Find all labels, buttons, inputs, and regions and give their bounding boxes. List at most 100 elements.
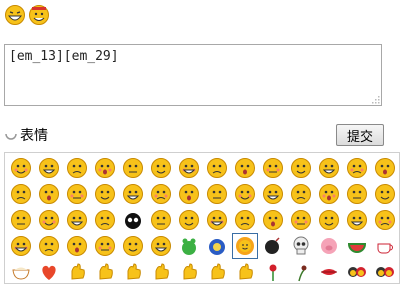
- emoji-smug[interactable]: [204, 181, 230, 207]
- emoji-label: 表情: [20, 128, 48, 144]
- emoji-bashful[interactable]: [92, 207, 118, 233]
- emoji-couple[interactable]: [344, 259, 370, 285]
- emoji-sulk[interactable]: [232, 181, 258, 207]
- emoji-lips[interactable]: [316, 259, 342, 285]
- emoji-sad[interactable]: [36, 181, 62, 207]
- cheeky-icon: [179, 210, 199, 230]
- emoji-pig[interactable]: [316, 233, 342, 259]
- emoji-rose[interactable]: [260, 259, 286, 285]
- submit-button[interactable]: 提交: [336, 124, 384, 146]
- emoji-cry[interactable]: [120, 155, 146, 181]
- laugh-hand-icon: [291, 210, 311, 230]
- emoji-kiss[interactable]: [372, 259, 398, 285]
- bashful-icon: [95, 210, 115, 230]
- smile-icon: [11, 158, 31, 178]
- emoji-angry-steam[interactable]: [372, 207, 398, 233]
- angry-icon: [263, 158, 283, 178]
- emoji-sweat[interactable]: [148, 155, 174, 181]
- emoji-point[interactable]: [204, 259, 230, 285]
- angry-steam-icon: [375, 210, 395, 230]
- rose-icon: [269, 264, 277, 281]
- emoji-whistle[interactable]: [176, 181, 202, 207]
- emoji-sigh[interactable]: [344, 155, 370, 181]
- wink-icon: [207, 210, 227, 230]
- emoji-puzzled[interactable]: [64, 207, 90, 233]
- emoji-scoff[interactable]: [344, 207, 370, 233]
- emoji-hmm[interactable]: [260, 207, 286, 233]
- teacup-icon: [377, 243, 393, 254]
- emoji-teacup[interactable]: [372, 233, 398, 259]
- emoji-laugh-hand[interactable]: [288, 207, 314, 233]
- emoji-skull[interactable]: [288, 233, 314, 259]
- emoji-rage[interactable]: [288, 155, 314, 181]
- emoji-smirk[interactable]: [372, 155, 398, 181]
- emoji-sweat-drop[interactable]: [92, 181, 118, 207]
- pig-icon: [321, 238, 337, 254]
- emoji-shy-blush[interactable]: [36, 233, 62, 259]
- emoji-sun-face[interactable]: [232, 233, 258, 259]
- emoji-surprised[interactable]: [8, 207, 34, 233]
- emoji-mad[interactable]: [260, 181, 286, 207]
- emoji-weep[interactable]: [64, 233, 90, 259]
- emoji-hat[interactable]: [316, 181, 342, 207]
- laugh-icon: [95, 158, 115, 178]
- emoji-meh[interactable]: [232, 207, 258, 233]
- emoji-fist[interactable]: [176, 259, 202, 285]
- emoji-wink[interactable]: [204, 207, 230, 233]
- emoji-skeptic[interactable]: [148, 233, 174, 259]
- emoji-skull-bomb[interactable]: [120, 207, 146, 233]
- emoji-heart[interactable]: [36, 259, 62, 285]
- mad-icon: [263, 184, 283, 204]
- bomb-icon: [265, 237, 280, 254]
- emoji-toggle[interactable]: 表情: [4, 126, 48, 144]
- emoji-cheeky[interactable]: [176, 207, 202, 233]
- emoji-purple-cry[interactable]: [120, 233, 146, 259]
- emoji-clap[interactable]: [372, 181, 398, 207]
- snicker-icon: [67, 184, 87, 204]
- shy-icon: [207, 158, 227, 178]
- emoji-yawn[interactable]: [120, 181, 146, 207]
- emoji-big-grin[interactable]: [316, 207, 342, 233]
- emoji-rice[interactable]: [8, 259, 34, 285]
- cry-icon: [123, 158, 143, 178]
- emoji-laugh[interactable]: [92, 155, 118, 181]
- emoji-bomb[interactable]: [260, 233, 286, 259]
- emoji-handshake[interactable]: [120, 259, 146, 285]
- cool-icon: [291, 184, 311, 204]
- emoji-panel: [4, 152, 400, 284]
- shocked-icon: [39, 210, 59, 230]
- scoff-icon: [347, 210, 367, 230]
- emoji-dizzy[interactable]: [148, 181, 174, 207]
- emoji-snicker[interactable]: [64, 181, 90, 207]
- sleepy-icon: [235, 158, 255, 178]
- emoji-thumbs-up[interactable]: [64, 259, 90, 285]
- emoji-blue-bear[interactable]: [204, 233, 230, 259]
- hat-icon: [319, 184, 339, 204]
- emoji-bye[interactable]: [92, 233, 118, 259]
- emoji-cry-tears[interactable]: [344, 181, 370, 207]
- emoji-watermelon[interactable]: [344, 233, 370, 259]
- emoji-cool[interactable]: [288, 181, 314, 207]
- purple-cry-icon: [123, 236, 143, 256]
- emoji-hungry[interactable]: [8, 181, 34, 207]
- emoji-heart-eyes[interactable]: [64, 155, 90, 181]
- emoji-blush[interactable]: [36, 155, 62, 181]
- resize-grip-icon[interactable]: [370, 94, 380, 104]
- emoji-bored[interactable]: [8, 233, 34, 259]
- comment-input[interactable]: [em_13][em_29]: [4, 44, 382, 106]
- heart-icon: [42, 265, 56, 280]
- cry-tears-icon: [347, 184, 367, 204]
- emoji-grin[interactable]: [316, 155, 342, 181]
- emoji-shocked[interactable]: [36, 207, 62, 233]
- emoji-frog[interactable]: [176, 233, 202, 259]
- emoji-angry[interactable]: [260, 155, 286, 181]
- emoji-shy[interactable]: [204, 155, 230, 181]
- emoji-sleepy[interactable]: [232, 155, 258, 181]
- emoji-smile[interactable]: [8, 155, 34, 181]
- emoji-ok[interactable]: [232, 259, 258, 285]
- emoji-blank[interactable]: [176, 155, 202, 181]
- emoji-scared[interactable]: [148, 207, 174, 233]
- emoji-thumbs-down[interactable]: [92, 259, 118, 285]
- emoji-wilted-rose[interactable]: [288, 259, 314, 285]
- emoji-victory[interactable]: [148, 259, 174, 285]
